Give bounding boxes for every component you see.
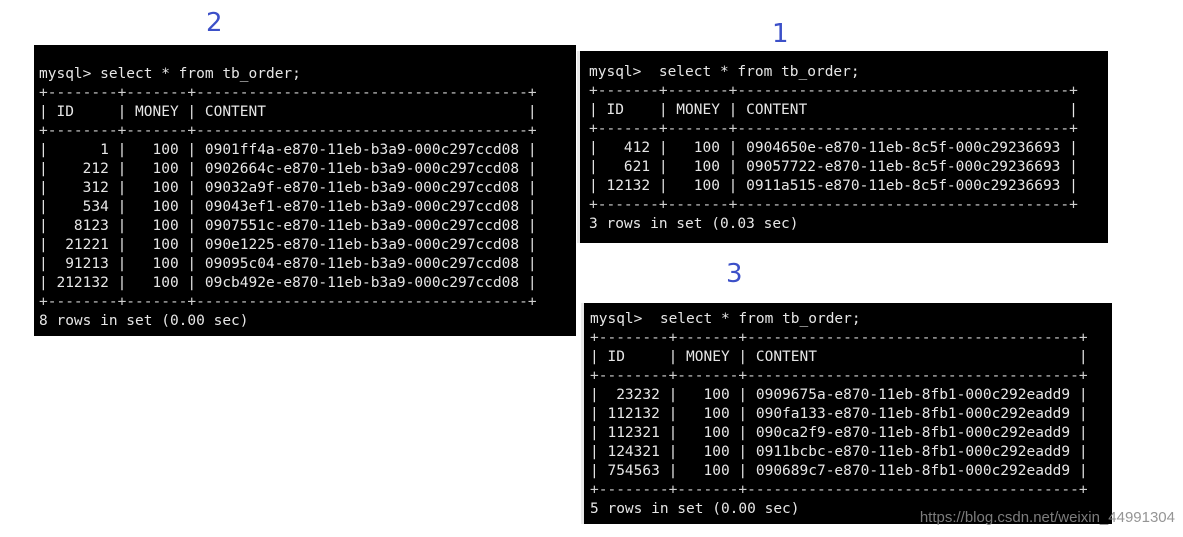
- terminal-window-2: mysql> select * from tb_order; +--------+…: [34, 45, 576, 336]
- terminal-3-output: mysql> select * from tb_order; +--------+…: [590, 310, 1088, 519]
- query-prompt: mysql> select * from tb_order;: [589, 64, 860, 80]
- label-terminal-1: 1: [772, 19, 789, 49]
- label-terminal-3: 3: [726, 259, 743, 289]
- table-border: +--------+-------+----------------------…: [39, 294, 537, 310]
- table-header: | ID | MONEY | CONTENT |: [590, 349, 1088, 365]
- table-row: | 212 | 100 | 0902664c-e870-11eb-b3a9-00…: [39, 161, 537, 177]
- table-row: | 124321 | 100 | 0911bcbc-e870-11eb-8fb1…: [590, 444, 1088, 460]
- table-row: | 112321 | 100 | 090ca2f9-e870-11eb-8fb1…: [590, 425, 1088, 441]
- table-row: | 212132 | 100 | 09cb492e-e870-11eb-b3a9…: [39, 275, 537, 291]
- result-summary: 8 rows in set (0.00 sec): [39, 313, 249, 329]
- terminal-1-output: mysql> select * from tb_order; +-------+-…: [589, 63, 1078, 234]
- table-row: | 621 | 100 | 09057722-e870-11eb-8c5f-00…: [589, 159, 1078, 175]
- terminal-2-output: mysql> select * from tb_order; +--------+…: [39, 65, 537, 331]
- table-row: | 8123 | 100 | 0907551c-e870-11eb-b3a9-0…: [39, 218, 537, 234]
- result-summary: 3 rows in set (0.03 sec): [589, 216, 799, 232]
- table-header: | ID | MONEY | CONTENT |: [589, 102, 1078, 118]
- table-header: | ID | MONEY | CONTENT |: [39, 104, 537, 120]
- blog-watermark: https://blog.csdn.net/weixin_44991304: [919, 509, 1175, 526]
- table-row: | 412 | 100 | 0904650e-e870-11eb-8c5f-00…: [589, 140, 1078, 156]
- table-row: | 754563 | 100 | 090689c7-e870-11eb-8fb1…: [590, 463, 1088, 479]
- table-row: | 21221 | 100 | 090e1225-e870-11eb-b3a9-…: [39, 237, 537, 253]
- table-row: | 91213 | 100 | 09095c04-e870-11eb-b3a9-…: [39, 256, 537, 272]
- terminal-window-3: mysql> select * from tb_order; +--------+…: [581, 303, 1112, 524]
- table-row: | 12132 | 100 | 0911a515-e870-11eb-8c5f-…: [589, 178, 1078, 194]
- query-prompt: mysql> select * from tb_order;: [39, 66, 301, 82]
- table-row: | 23232 | 100 | 0909675a-e870-11eb-8fb1-…: [590, 387, 1088, 403]
- table-border: +-------+-------+-----------------------…: [589, 197, 1078, 213]
- table-row: | 1 | 100 | 0901ff4a-e870-11eb-b3a9-000c…: [39, 142, 537, 158]
- table-border: +--------+-------+----------------------…: [590, 368, 1088, 384]
- label-terminal-2: 2: [206, 8, 223, 38]
- table-border: +--------+-------+----------------------…: [590, 482, 1088, 498]
- query-prompt: mysql> select * from tb_order;: [590, 311, 861, 327]
- terminal-window-1: mysql> select * from tb_order; +-------+-…: [577, 51, 1108, 243]
- table-row: | 112132 | 100 | 090fa133-e870-11eb-8fb1…: [590, 406, 1088, 422]
- table-row: | 312 | 100 | 09032a9f-e870-11eb-b3a9-00…: [39, 180, 537, 196]
- table-row: | 534 | 100 | 09043ef1-e870-11eb-b3a9-00…: [39, 199, 537, 215]
- table-border: +-------+-------+-----------------------…: [589, 83, 1078, 99]
- table-border: +-------+-------+-----------------------…: [589, 121, 1078, 137]
- table-border: +--------+-------+----------------------…: [39, 123, 537, 139]
- table-border: +--------+-------+----------------------…: [590, 330, 1088, 346]
- table-border: +--------+-------+----------------------…: [39, 85, 537, 101]
